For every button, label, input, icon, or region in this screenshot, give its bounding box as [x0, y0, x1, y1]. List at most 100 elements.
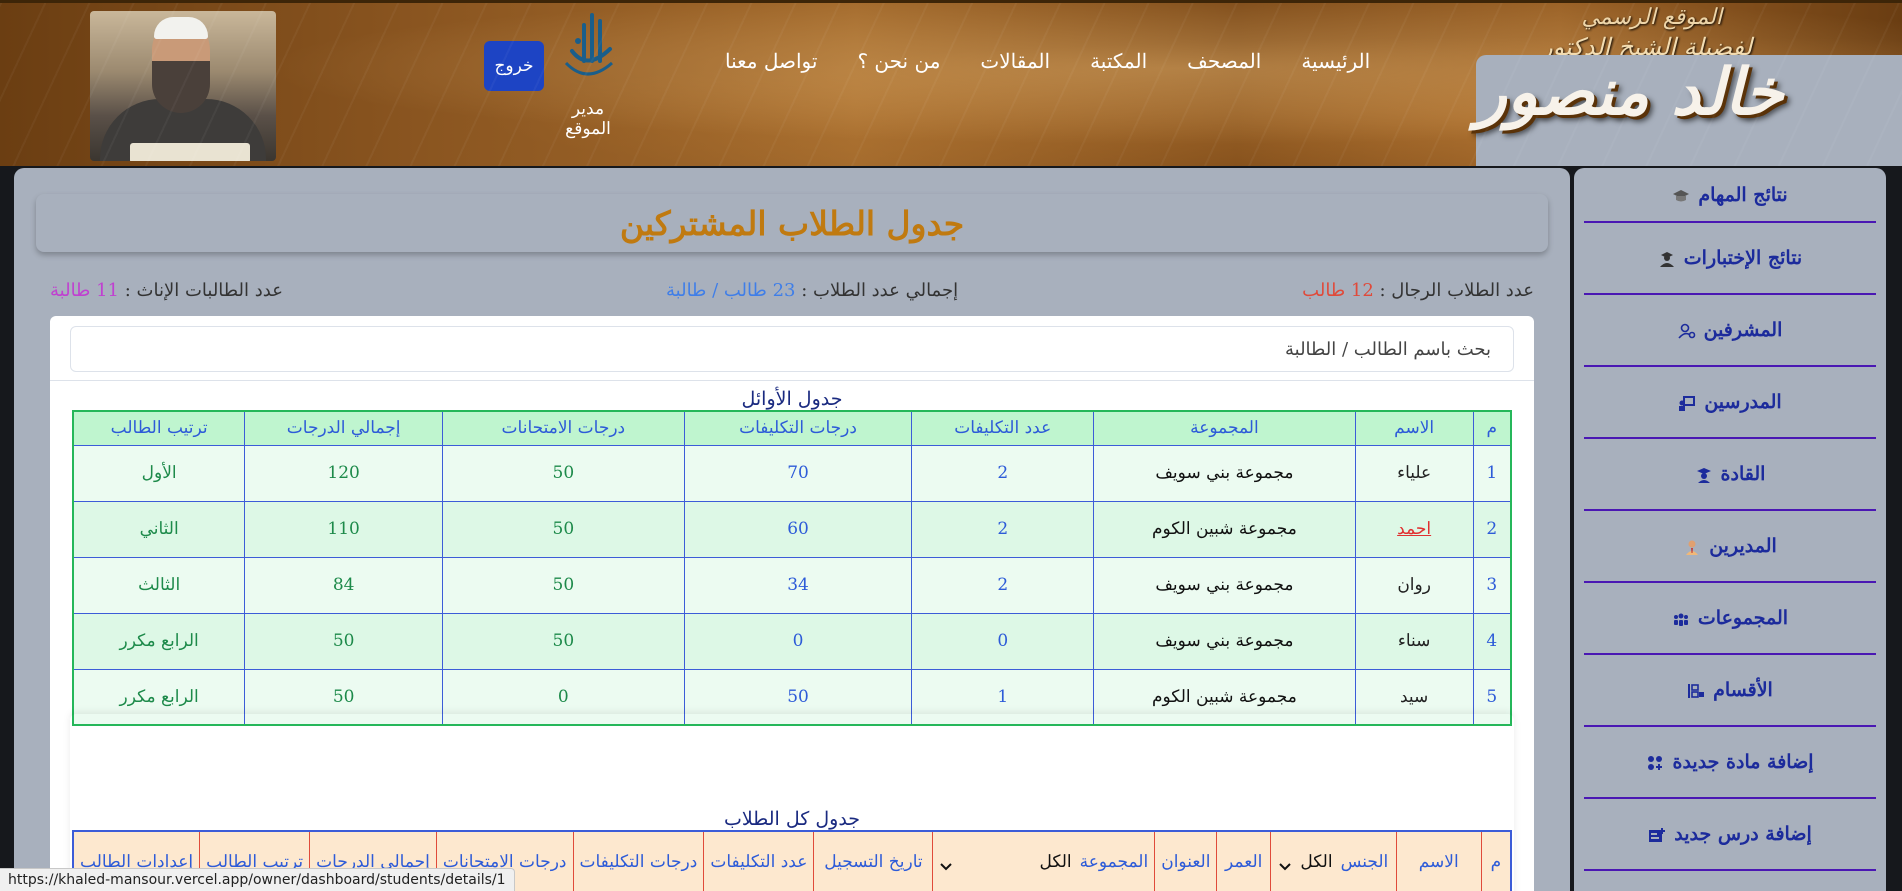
students-content: جدول الأوائل م الاسم المجموعة عدد التكلي…: [50, 316, 1534, 891]
col-header-tasks: عدد التكليفات: [703, 830, 815, 891]
male-count-stat: عدد الطلاب الرجال : 12 طالب: [1302, 280, 1534, 301]
sections-icon: [1687, 682, 1705, 698]
student-name-link[interactable]: احمد: [1354, 500, 1474, 558]
cell-exam-grades: 50: [442, 444, 685, 502]
stat-value: 11 طالبة: [50, 280, 120, 301]
top-students-table: م الاسم المجموعة عدد التكليفات درجات الت…: [72, 410, 1512, 726]
nav-contact[interactable]: تواصل معنا: [725, 49, 817, 73]
stat-label: إجمالي عدد الطلاب :: [801, 280, 959, 301]
table-row[interactable]: 2 احمد مجموعة شبين الكوم 2 60 50 110 الث…: [72, 500, 1512, 558]
col-header-name: الاسم: [1395, 830, 1482, 891]
cell-group: مجموعة شبين الكوم: [1093, 500, 1356, 558]
cell-exam-grades: 50: [442, 612, 685, 670]
cell-group: مجموعة بني سويف: [1093, 556, 1356, 614]
add-lesson-icon: [1648, 826, 1666, 842]
col-header: م: [1472, 410, 1512, 446]
col-header: الاسم: [1354, 410, 1474, 446]
cell-group: مجموعة بني سويف: [1093, 612, 1356, 670]
cell-rank: الثاني: [72, 500, 246, 558]
group-filter-select[interactable]: المجموعة الكل: [932, 830, 1156, 891]
sidebar-item-managers[interactable]: المديرين: [1584, 511, 1876, 583]
sidebar-item-teachers[interactable]: المدرسين: [1584, 367, 1876, 439]
people-group-icon: [1672, 610, 1690, 626]
user-tie-icon: [1683, 538, 1701, 555]
stat-value: 12 طالب: [1302, 280, 1374, 301]
sidebar-item-leaders[interactable]: القادة: [1584, 439, 1876, 511]
cell-tasks: 2: [911, 444, 1095, 502]
page-title: جدول الطلاب المشتركين: [619, 204, 965, 243]
table-row[interactable]: 3 روان مجموعة بني سويف 2 34 50 84 الثالث: [72, 556, 1512, 614]
user-gear-icon: [1678, 322, 1696, 339]
col-header: المجموعة: [1093, 410, 1356, 446]
cell-task-grades: 70: [683, 444, 913, 502]
nav-about[interactable]: من نحن ؟: [857, 49, 940, 73]
chevron-down-icon: [1278, 857, 1292, 871]
nav-articles[interactable]: المقالات: [980, 49, 1050, 73]
col-header-reg-date: تاريخ التسجيل: [813, 830, 934, 891]
cell-total: 84: [244, 556, 444, 614]
table-row[interactable]: 1 علياء مجموعة بني سويف 2 70 50 120 الأو…: [72, 444, 1512, 502]
sidebar-item-label: المشرفين: [1703, 319, 1783, 341]
students-panel: جدول الطلاب المشتركين عدد الطلاب الرجال …: [14, 168, 1570, 891]
table-row[interactable]: 4 سناء مجموعة بني سويف 0 0 50 50 الرابع …: [72, 612, 1512, 670]
cell-group: مجموعة بني سويف: [1093, 444, 1356, 502]
sidebar-item-exam-results[interactable]: نتائج الإختبارات: [1584, 223, 1876, 295]
col-header-age: العمر: [1216, 830, 1271, 891]
nav-home[interactable]: الرئيسية: [1301, 49, 1370, 73]
group-label: المجموعة: [1079, 852, 1149, 872]
top-table-caption: جدول الأوائل: [741, 388, 843, 410]
cell-tasks: 0: [911, 612, 1095, 670]
sidebar-item-label: نتائج المهام: [1698, 183, 1788, 206]
add-subject-icon: [1646, 754, 1664, 770]
cell-task-grades: 34: [683, 556, 913, 614]
cell-total: 50: [244, 612, 444, 670]
col-header: درجات التكليفات: [683, 410, 913, 446]
user-graduate-icon: [1658, 250, 1676, 267]
cell-task-grades: 60: [683, 500, 913, 558]
graduation-cap-icon: [1672, 187, 1690, 203]
chalkboard-teacher-icon: [1678, 394, 1696, 411]
cell-total: 110: [244, 500, 444, 558]
sidebar-item-label: إضافة مادة جديدة: [1672, 751, 1814, 773]
site-logo[interactable]: [552, 11, 622, 93]
sidebar-item-label: المجموعات: [1697, 607, 1789, 629]
stat-value: 23 طالب / طالبة: [666, 280, 796, 301]
cell-tasks: 2: [911, 556, 1095, 614]
logout-button[interactable]: خروج: [484, 41, 544, 91]
main-nav: الرئيسية المصحف المكتبة المقالات من نحن …: [705, 49, 1390, 73]
sidebar-item-sections[interactable]: الأقسام: [1584, 655, 1876, 727]
sidebar-item-supervisors[interactable]: المشرفين: [1584, 295, 1876, 367]
gender-filter-select[interactable]: الجنس الكل: [1269, 830, 1397, 891]
sidebar-item-label: المدرسين: [1704, 391, 1782, 413]
stat-label: عدد الطالبات الإناث :: [124, 280, 283, 301]
group-value: الكل: [1039, 852, 1072, 872]
student-search-input[interactable]: [70, 326, 1514, 372]
cell-rank: الثالث: [72, 556, 246, 614]
col-header: عدد التكليفات: [911, 410, 1095, 446]
page-title-card: جدول الطلاب المشتركين: [36, 194, 1548, 252]
cell-num: 2: [1472, 500, 1512, 558]
total-count-stat: إجمالي عدد الطلاب : 23 طالب / طالبة: [666, 280, 958, 301]
cell-name: سناء: [1354, 612, 1474, 670]
cell-exam-grades: 50: [442, 500, 685, 558]
user-shield-icon: [1695, 466, 1713, 483]
browser-status-url: https://khaled-mansour.vercel.app/owner/…: [0, 868, 515, 891]
site-header: خروج مدير الموقع الرئيسية المصحف المكتبة…: [0, 0, 1902, 166]
sidebar-item-groups[interactable]: المجموعات: [1584, 583, 1876, 655]
sidebar-item-add-lesson[interactable]: إضافة درس جديد: [1584, 799, 1876, 871]
admin-caption: مدير الموقع: [565, 99, 611, 139]
cell-task-grades: 0: [683, 612, 913, 670]
sidebar-item-task-results[interactable]: نتائج المهام: [1584, 168, 1876, 223]
cell-name: روان: [1354, 556, 1474, 614]
nav-mushaf[interactable]: المصحف: [1187, 49, 1261, 73]
calligraphy-logo-icon: [564, 13, 613, 76]
sidebar-item-add-subject[interactable]: إضافة مادة جديدة: [1584, 727, 1876, 799]
brand-name: خالد منصور: [1476, 55, 1902, 166]
cell-rank: الرابع مكرر: [72, 612, 246, 670]
nav-library[interactable]: المكتبة: [1090, 49, 1147, 73]
brand-logo[interactable]: الموقع الرسمي لفضيلة الشيخ الدكتور خالد …: [1462, 3, 1902, 166]
sheikh-portrait: [90, 11, 276, 161]
sidebar-item-label: نتائج الإختبارات: [1683, 247, 1803, 269]
cell-rank: الأول: [72, 444, 246, 502]
col-header-address: العنوان: [1154, 830, 1218, 891]
